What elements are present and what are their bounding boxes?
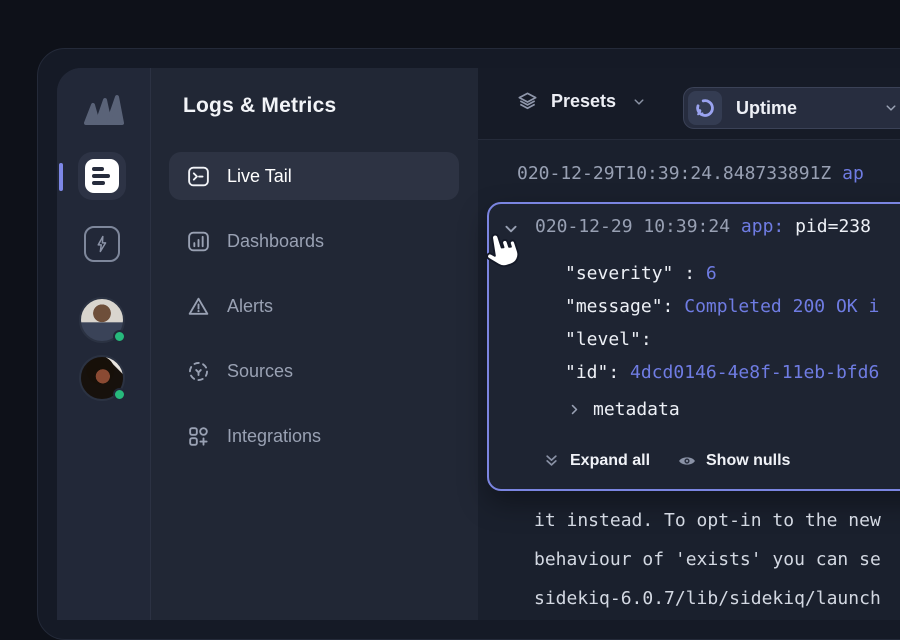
terminal-icon	[185, 163, 211, 189]
presets-dropdown[interactable]: Presets	[516, 90, 648, 113]
online-status-dot	[113, 388, 126, 401]
chevron-down-icon	[630, 93, 648, 111]
online-status-dot	[113, 330, 126, 343]
sidebar-item-label: Dashboards	[227, 231, 324, 252]
log-panel: Presets Uptime	[478, 68, 900, 620]
json-field-level: "level":	[565, 329, 652, 350]
eye-icon	[677, 451, 697, 471]
json-field-id: "id": 4dcd0146-4e8f-11eb-bfd6	[565, 362, 879, 383]
app-window: Logs & Metrics Live Tail Dashboards	[57, 68, 900, 620]
avatar-user-1[interactable]	[79, 297, 125, 343]
uptime-logo-icon	[688, 91, 722, 125]
sidebar-item-label: Sources	[227, 361, 293, 382]
sidebar-item-label: Alerts	[227, 296, 273, 317]
collapse-chevron-icon[interactable]	[500, 218, 522, 240]
log-source: app:	[741, 216, 795, 237]
betterstack-logo-icon	[81, 92, 125, 128]
log-timestamp: 020-12-29T10:39:24.848733891Z	[517, 163, 842, 184]
avatar-user-2[interactable]	[79, 355, 125, 401]
expand-all-button[interactable]: Expand all	[542, 451, 650, 470]
integrations-icon	[185, 423, 211, 449]
log-source: ap	[842, 163, 864, 184]
expand-all-label: Expand all	[570, 452, 650, 470]
lightning-bolt-icon	[92, 234, 112, 254]
chevron-down-icon	[882, 99, 900, 117]
uptime-label: Uptime	[736, 98, 868, 119]
rail-active-indicator	[59, 163, 63, 191]
nav-sidebar: Logs & Metrics Live Tail Dashboards	[151, 68, 478, 620]
json-field-severity: "severity" : 6	[565, 263, 717, 284]
page-title: Logs & Metrics	[183, 94, 336, 118]
show-nulls-button[interactable]: Show nulls	[677, 451, 790, 471]
expanded-log-card: 020-12-29 10:39:24 app: pid=238 "severit…	[487, 202, 900, 491]
log-timestamp: 020-12-29 10:39:24	[535, 216, 741, 237]
sidebar-item-label: Live Tail	[227, 166, 292, 187]
log-line[interactable]: it instead. To opt-in to the new	[534, 510, 881, 531]
presets-label: Presets	[551, 91, 616, 112]
show-nulls-label: Show nulls	[706, 452, 790, 470]
layers-icon	[516, 90, 539, 113]
log-line[interactable]: 020-12-29T10:39:24.848733891Z ap	[517, 163, 864, 184]
sidebar-item-label: Integrations	[227, 426, 321, 447]
json-field-message: "message": Completed 200 OK i	[565, 296, 879, 317]
rail-item-actions[interactable]	[84, 226, 120, 262]
alert-triangle-icon	[185, 293, 211, 319]
sources-icon	[185, 358, 211, 384]
metadata-toggle[interactable]: metadata	[593, 399, 680, 420]
sidebar-item-integrations[interactable]: Integrations	[169, 412, 459, 460]
chevron-right-icon[interactable]	[565, 400, 584, 419]
bar-chart-icon	[185, 228, 211, 254]
sidebar-item-live-tail[interactable]: Live Tail	[169, 152, 459, 200]
sidebar-item-alerts[interactable]: Alerts	[169, 282, 459, 330]
logs-icon	[85, 159, 119, 193]
uptime-source-dropdown[interactable]: Uptime	[683, 87, 900, 129]
double-chevron-down-icon	[542, 451, 561, 470]
log-line[interactable]: behaviour of 'exists' you can se	[534, 549, 881, 570]
log-card-header[interactable]: 020-12-29 10:39:24 app: pid=238	[535, 216, 871, 237]
sidebar-item-sources[interactable]: Sources	[169, 347, 459, 395]
log-message-head: pid=238	[795, 216, 871, 237]
log-panel-header: Presets Uptime	[478, 68, 900, 140]
icon-rail	[57, 68, 150, 620]
log-line[interactable]: sidekiq-6.0.7/lib/sidekiq/launch	[534, 588, 881, 609]
rail-item-logs[interactable]	[78, 152, 126, 200]
sidebar-item-dashboards[interactable]: Dashboards	[169, 217, 459, 265]
